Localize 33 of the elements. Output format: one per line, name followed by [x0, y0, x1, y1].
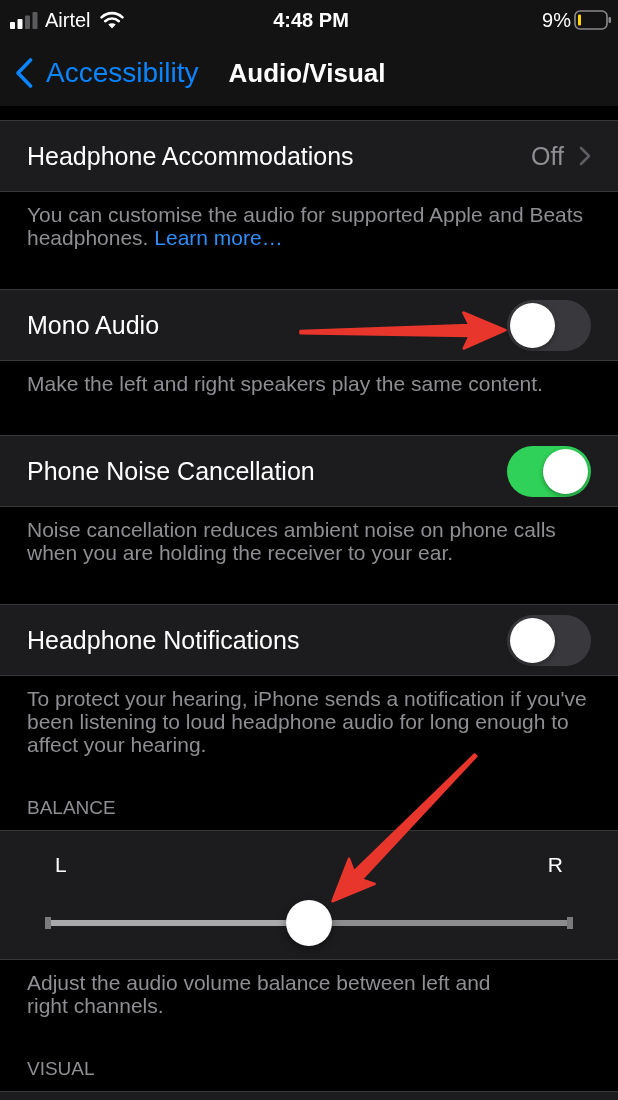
signal-icon — [10, 11, 38, 29]
row-label: Headphone Accommodations — [27, 141, 354, 171]
section-header: VISUAL — [26, 1057, 96, 1081]
slider-end-cap — [567, 917, 573, 929]
settings-row[interactable]: Headphone Accommodations Off — [0, 120, 618, 192]
page-title: Audio/Visual — [228, 57, 386, 89]
slider-end-label: R — [547, 853, 563, 877]
battery-percentage: 9% — [542, 8, 571, 32]
carrier-name: Airtel — [45, 8, 91, 32]
wifi-icon — [99, 11, 124, 29]
footer-text: To protect your hearing, iPhone sends a notification if you've been listening to loud headphone audio for long enough to affect your hearing. — [26, 686, 588, 758]
toggle-switch[interactable] — [507, 614, 591, 666]
row-label: Mono Audio — [27, 310, 160, 340]
chevron-right-icon — [579, 146, 591, 166]
row-value: Off — [531, 141, 564, 171]
toggle-switch[interactable] — [507, 299, 591, 351]
chevron-left-icon — [15, 58, 33, 88]
slider-thumb[interactable] — [286, 900, 332, 946]
footer-text: Adjust the audio volume balance between left and right channels. — [26, 970, 492, 1019]
section-header: BALANCE — [26, 796, 117, 820]
slider-end-label: L — [55, 853, 67, 877]
footer-text: Noise cancellation reduces ambient noise on phone calls when you are holding the receiver to your ear. — [26, 517, 557, 566]
learn-more-link[interactable]: Learn more… — [154, 226, 283, 249]
row-label: Headphone Notifications — [27, 625, 300, 655]
footer-text: Make the left and right speakers play the same content. — [26, 371, 544, 397]
back-button[interactable]: Accessibility — [15, 57, 199, 89]
row-label: Phone Noise Cancellation — [27, 456, 315, 486]
slider-end-cap — [45, 917, 51, 929]
slider-track[interactable] — [45, 900, 573, 946]
footer-text: You can customise the audio for supported Apple and Beats headphones. Learn more… — [26, 202, 585, 251]
battery-icon — [574, 10, 612, 30]
status-time: 4:48 PM — [273, 8, 349, 32]
toggle-switch[interactable] — [507, 445, 591, 497]
